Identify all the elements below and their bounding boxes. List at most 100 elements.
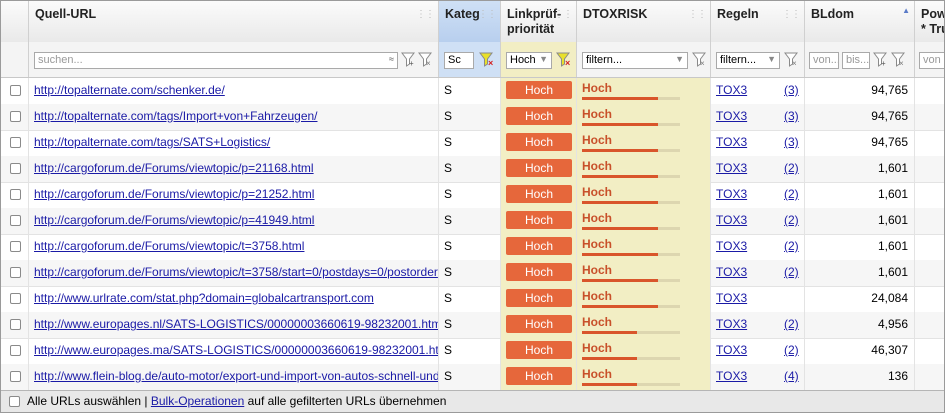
table-row[interactable]: http://cargoforum.de/Forums/viewtopic/p=… xyxy=(1,182,944,209)
linkprio-button[interactable]: Hoch xyxy=(506,211,572,229)
rule-link[interactable]: TOX3 xyxy=(716,161,747,175)
header-power-trust[interactable]: Pow * Tru xyxy=(915,1,944,42)
quell-url-link[interactable]: http://topalternate.com/tags/Import+von+… xyxy=(34,109,318,123)
table-row[interactable]: http://www.europages.ma/SATS-LOGISTICS/0… xyxy=(1,338,944,365)
dtox-filter-select[interactable]: filtern... ▼ xyxy=(582,52,688,69)
rule-link[interactable]: TOX3 xyxy=(716,317,747,331)
row-checkbox[interactable] xyxy=(10,371,21,382)
pow-from-input[interactable]: von xyxy=(919,52,944,69)
row-checkbox[interactable] xyxy=(10,293,21,304)
table-row[interactable]: http://www.flein-blog.de/auto-motor/expo… xyxy=(1,364,944,391)
clear-filter-icon[interactable]: × xyxy=(784,51,798,69)
header-dtoxrisk[interactable]: DTOXRISK ⋮⋮ xyxy=(577,1,711,42)
row-checkbox[interactable] xyxy=(10,163,21,174)
linkprio-button[interactable]: Hoch xyxy=(506,159,572,177)
active-filter-icon[interactable]: × xyxy=(479,51,493,69)
url-search-input[interactable]: suchen... ≈ xyxy=(34,52,398,69)
rule-count-link[interactable]: (4) xyxy=(784,364,799,389)
linkprio-button[interactable]: Hoch xyxy=(506,133,572,151)
rule-link[interactable]: TOX3 xyxy=(716,135,747,149)
add-filter-icon[interactable]: + xyxy=(401,51,415,69)
row-checkbox[interactable] xyxy=(10,137,21,148)
table-row[interactable]: http://www.europages.nl/SATS-LOGISTICS/0… xyxy=(1,312,944,339)
bulk-operations-link[interactable]: Bulk-Operationen xyxy=(151,394,244,408)
row-checkbox[interactable] xyxy=(10,345,21,356)
chevron-down-icon[interactable]: ▼ xyxy=(539,53,548,66)
drag-handle-icon[interactable]: ⋮⋮ xyxy=(688,7,707,22)
regeln-filter-select[interactable]: filtern... ▼ xyxy=(716,52,780,69)
rule-count-link[interactable]: (3) xyxy=(784,104,799,129)
row-checkbox[interactable] xyxy=(10,85,21,96)
row-checkbox[interactable] xyxy=(10,241,21,252)
header-bldom[interactable]: BLdom ▲ xyxy=(805,1,915,42)
clear-filter-icon[interactable]: × xyxy=(418,51,432,69)
drag-handle-icon[interactable]: ⋮⋮ xyxy=(478,7,497,22)
quell-url-link[interactable]: http://www.europages.ma/SATS-LOGISTICS/0… xyxy=(34,343,438,357)
drag-handle-icon[interactable]: ⋮⋮ xyxy=(554,7,573,22)
table-row[interactable]: http://cargoforum.de/Forums/viewtopic/t=… xyxy=(1,234,944,261)
linkprio-button[interactable]: Hoch xyxy=(506,289,572,307)
linkprio-button[interactable]: Hoch xyxy=(506,341,572,359)
table-row[interactable]: http://cargoforum.de/Forums/viewtopic/p=… xyxy=(1,156,944,183)
bldom-from-input[interactable]: von... xyxy=(809,52,839,69)
rule-link[interactable]: TOX3 xyxy=(716,109,747,123)
table-row[interactable]: http://www.urlrate.com/stat.php?domain=g… xyxy=(1,286,944,313)
linkprio-button[interactable]: Hoch xyxy=(506,107,572,125)
quell-url-link[interactable]: http://www.flein-blog.de/auto-motor/expo… xyxy=(34,369,438,383)
rule-link[interactable]: TOX3 xyxy=(716,343,747,357)
linkprio-filter-select[interactable]: Hoch ▼ xyxy=(506,52,552,69)
select-all-label[interactable]: Alle URLs auswählen xyxy=(27,394,141,408)
header-regeln[interactable]: Regeln ⋮⋮ xyxy=(711,1,805,42)
rule-link[interactable]: TOX3 xyxy=(716,239,747,253)
chevron-down-icon[interactable]: ▼ xyxy=(767,53,776,66)
drag-handle-icon[interactable]: ⋮⋮ xyxy=(416,7,435,22)
row-checkbox[interactable] xyxy=(10,319,21,330)
rule-link[interactable]: TOX3 xyxy=(716,187,747,201)
row-checkbox[interactable] xyxy=(10,111,21,122)
rule-count-link[interactable]: (2) xyxy=(784,312,799,337)
bldom-to-input[interactable]: bis... xyxy=(842,52,870,69)
rule-link[interactable]: TOX3 xyxy=(716,83,747,97)
drag-handle-icon[interactable]: ⋮⋮ xyxy=(782,7,801,22)
rule-link[interactable]: TOX3 xyxy=(716,291,747,305)
row-checkbox[interactable] xyxy=(10,189,21,200)
select-all-checkbox[interactable] xyxy=(9,396,20,407)
active-filter-icon[interactable]: × xyxy=(556,51,570,69)
chevron-down-icon[interactable]: ▼ xyxy=(675,53,684,66)
rule-count-link[interactable]: (2) xyxy=(784,182,799,207)
quell-url-link[interactable]: http://cargoforum.de/Forums/viewtopic/t=… xyxy=(34,265,438,279)
header-quell-url[interactable]: Quell-URL ⋮⋮ xyxy=(29,1,439,42)
quell-url-link[interactable]: http://cargoforum.de/Forums/viewtopic/p=… xyxy=(34,187,314,201)
table-row[interactable]: http://topalternate.com/tags/SATS+Logist… xyxy=(1,130,944,157)
rule-count-link[interactable]: (2) xyxy=(784,156,799,181)
quell-url-link[interactable]: http://www.urlrate.com/stat.php?domain=g… xyxy=(34,291,374,305)
rule-count-link[interactable]: (2) xyxy=(784,338,799,363)
quell-url-link[interactable]: http://cargoforum.de/Forums/viewtopic/p=… xyxy=(34,161,314,175)
rule-count-link[interactable]: (2) xyxy=(784,208,799,233)
rule-count-link[interactable]: (2) xyxy=(784,260,799,285)
clear-filter-icon[interactable]: × xyxy=(692,51,706,69)
quell-url-link[interactable]: http://topalternate.com/schenker.de/ xyxy=(34,83,225,97)
row-checkbox[interactable] xyxy=(10,267,21,278)
quell-url-link[interactable]: http://www.europages.nl/SATS-LOGISTICS/0… xyxy=(34,317,438,331)
regex-icon[interactable]: ≈ xyxy=(389,53,394,66)
table-row[interactable]: http://cargoforum.de/Forums/viewtopic/t=… xyxy=(1,260,944,287)
quell-url-link[interactable]: http://cargoforum.de/Forums/viewtopic/p=… xyxy=(34,213,314,227)
header-linkprio[interactable]: Linkprüf- priorität ⋮⋮ xyxy=(501,1,577,42)
table-row[interactable]: http://topalternate.com/schenker.de/S Hoc… xyxy=(1,78,944,105)
kateg-filter-select[interactable]: Sc xyxy=(444,52,474,69)
table-row[interactable]: http://cargoforum.de/Forums/viewtopic/p=… xyxy=(1,208,944,235)
row-checkbox[interactable] xyxy=(10,215,21,226)
quell-url-link[interactable]: http://topalternate.com/tags/SATS+Logist… xyxy=(34,135,270,149)
header-kateg[interactable]: Kateg ⋮⋮ xyxy=(439,1,501,42)
rule-link[interactable]: TOX3 xyxy=(716,265,747,279)
linkprio-button[interactable]: Hoch xyxy=(506,263,572,281)
add-filter-icon[interactable]: + xyxy=(873,51,887,69)
linkprio-button[interactable]: Hoch xyxy=(506,237,572,255)
rule-count-link[interactable]: (3) xyxy=(784,78,799,103)
rule-link[interactable]: TOX3 xyxy=(716,213,747,227)
rule-link[interactable]: TOX3 xyxy=(716,369,747,383)
table-row[interactable]: http://topalternate.com/tags/Import+von+… xyxy=(1,104,944,131)
sort-asc-icon[interactable]: ▲ xyxy=(902,3,910,18)
linkprio-button[interactable]: Hoch xyxy=(506,81,572,99)
